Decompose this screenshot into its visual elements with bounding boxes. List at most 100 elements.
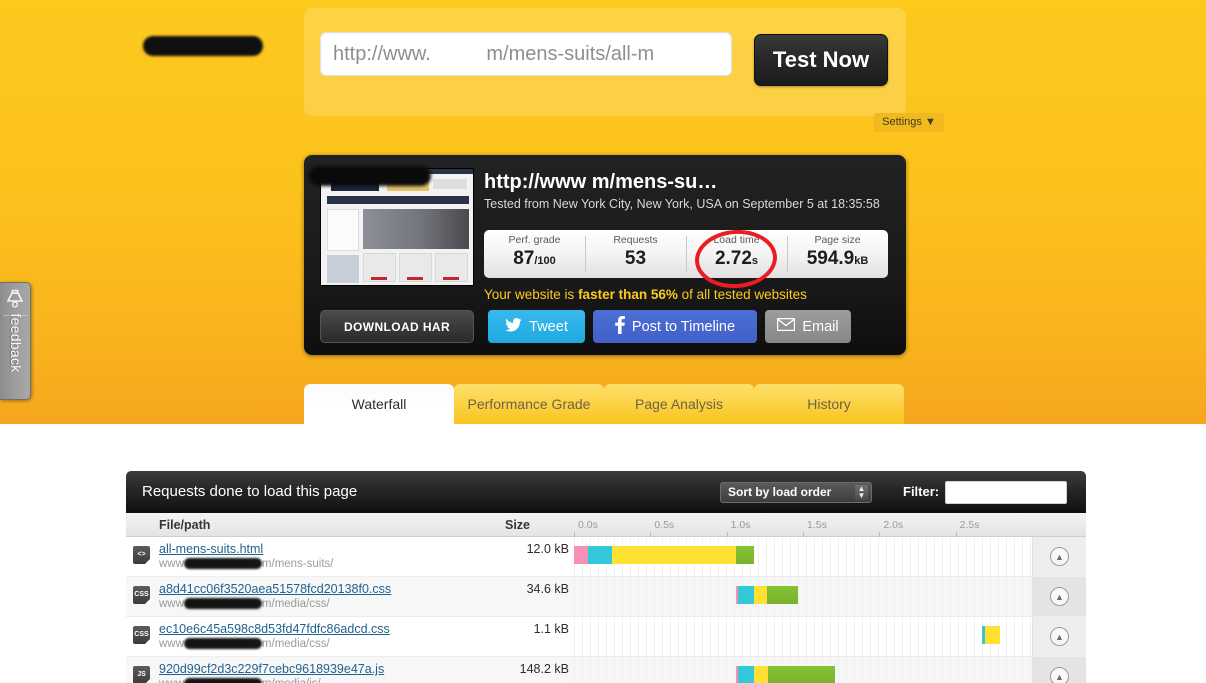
settings-toggle[interactable]: Settings ▼ <box>874 113 944 132</box>
twitter-bird-icon <box>505 317 522 336</box>
bar-segment-wait <box>984 626 1000 644</box>
stat-value: 53 <box>624 248 647 269</box>
bar-segment-connect <box>587 546 613 564</box>
file-size: 34.6 kB <box>526 582 569 596</box>
table-row[interactable]: <> all-mens-suits.html www m/mens-suits/12.… <box>126 537 1086 577</box>
row-expand-cell: ▲ <box>1032 617 1086 656</box>
facebook-post-button[interactable]: Post to Timeline <box>593 310 757 343</box>
path-redaction-bar <box>184 598 262 609</box>
path-redaction-bar <box>184 638 262 649</box>
email-label: Email <box>802 318 839 335</box>
result-tabs: Waterfall Performance Grade Page Analysi… <box>304 384 904 424</box>
stat-perf-grade: Perf. grade 87/100 <box>484 230 585 278</box>
file-name-link[interactable]: ec10e6c45a598c8d53fd47fdfc86adcd.css <box>159 622 390 636</box>
chevron-updown-icon: ▲ ▼ <box>855 485 868 500</box>
facebook-label: Post to Timeline <box>631 318 736 335</box>
faster-prefix: Your website is <box>484 287 579 302</box>
feedback-label: feedback <box>8 313 24 373</box>
table-row[interactable]: JS920d99cf2d3c229f7cebc9618939e47a.jswww… <box>126 657 1086 683</box>
chevron-up-icon[interactable]: ▲ <box>1050 547 1069 566</box>
chevron-up-icon[interactable]: ▲ <box>1050 627 1069 646</box>
axis-tick-label: 1.5s <box>807 519 827 531</box>
stat-value: 2.72s <box>714 248 759 269</box>
waterfall-graph-cell <box>574 537 1032 576</box>
result-title-redaction-bar <box>309 166 431 186</box>
email-button[interactable]: Email <box>765 310 851 343</box>
tab-page-analysis[interactable]: Page Analysis <box>604 384 754 424</box>
tab-waterfall[interactable]: Waterfall <box>304 384 454 424</box>
stat-load-time: Load time 2.72s <box>686 230 787 278</box>
waterfall-header: Requests done to load this page Sort by … <box>126 471 1086 513</box>
filter-label: Filter: <box>903 484 940 499</box>
css-file-icon: CSS <box>133 586 150 604</box>
result-tested-from: Tested from New York City, New York, USA… <box>484 197 880 211</box>
search-panel: Test Now Settings ▼ <box>304 8 944 132</box>
waterfall-graph-cell <box>574 577 1032 616</box>
stat-value: 87/100 <box>513 248 556 269</box>
test-now-button[interactable]: Test Now <box>754 34 888 86</box>
filter-input[interactable] <box>945 481 1067 504</box>
stats-bar: Perf. grade 87/100 Requests 53 Load time… <box>484 230 888 278</box>
bar-segment-connect <box>738 586 755 604</box>
chevron-up-icon[interactable]: ▲ <box>1050 667 1069 683</box>
tweet-button[interactable]: Tweet <box>488 310 585 343</box>
axis-tick-label: 2.0s <box>883 519 904 531</box>
waterfall-bar <box>981 626 1000 644</box>
waterfall-graph-cell <box>574 617 1032 656</box>
file-name-link[interactable]: 920d99cf2d3c229f7cebc9618939e47a.js <box>159 662 384 676</box>
waterfall-bar <box>574 546 755 564</box>
css-file-icon: CSS <box>133 626 150 644</box>
download-har-button[interactable]: DOWNLOAD HAR <box>320 310 474 343</box>
waterfall-bar <box>735 586 799 604</box>
faster-suffix: of all tested websites <box>677 287 807 302</box>
sort-select-value: Sort by load order <box>728 485 832 499</box>
html-file-icon: <> <box>133 546 150 564</box>
column-header-size: Size <box>505 518 531 532</box>
waterfall-section: Requests done to load this page Sort by … <box>126 471 1086 683</box>
feedback-tab[interactable]: feedback <box>0 282 31 400</box>
waterfall-bar <box>735 666 836 683</box>
url-redaction-bar <box>143 36 263 56</box>
file-name-link[interactable]: a8d41cc06f3520aea51578fcd20138f0.css <box>159 582 391 596</box>
stat-page-size: Page size 594.9kB <box>787 230 888 278</box>
table-row[interactable]: CSS a8d41cc06f3520aea51578fcd20138f0.css w… <box>126 577 1086 617</box>
file-size: 1.1 kB <box>533 622 569 636</box>
facebook-f-icon <box>615 315 625 338</box>
table-row[interactable]: CSS ec10e6c45a598c8d53fd47fdfc86adcd.css w… <box>126 617 1086 657</box>
waterfall-rows: <> all-mens-suits.html www m/mens-suits/12.… <box>126 537 1086 683</box>
stat-label: Perf. grade <box>508 234 561 246</box>
bar-segment-receive <box>767 666 836 683</box>
waterfall-graph-cell <box>574 657 1032 683</box>
stat-label: Requests <box>613 234 658 246</box>
envelope-icon <box>777 317 796 335</box>
file-size: 148.2 kB <box>519 662 569 676</box>
stat-label: Page size <box>814 234 861 246</box>
row-expand-cell: ▲ <box>1032 577 1086 616</box>
waterfall-heading: Requests done to load this page <box>142 483 358 500</box>
faster-bold: faster than 56% <box>578 287 678 302</box>
sort-select[interactable]: Sort by load order ▲ ▼ <box>720 482 872 503</box>
js-file-icon: JS <box>133 666 150 683</box>
bar-segment-connect <box>738 666 755 683</box>
stat-requests: Requests 53 <box>585 230 686 278</box>
faster-than-text: Your website is faster than 56% of all t… <box>484 287 807 302</box>
file-size: 12.0 kB <box>526 542 569 556</box>
tweet-label: Tweet <box>529 318 568 335</box>
tab-performance-grade[interactable]: Performance Grade <box>454 384 604 424</box>
result-url-title: http://www m/mens-su… <box>484 171 718 193</box>
bar-segment-wait <box>612 546 736 564</box>
url-input[interactable] <box>320 32 732 76</box>
waterfall-column-headers: File/path Size 0.0s 0.5s 1.0s 1.5s 2.0s 2.5s <box>126 513 1086 537</box>
bar-segment-wait <box>754 666 768 683</box>
stat-label: Load time <box>713 234 760 246</box>
path-redaction-bar <box>184 678 262 683</box>
row-expand-cell: ▲ <box>1032 537 1086 576</box>
page-root: feedback Test Now Settings ▼ <box>0 0 1206 683</box>
axis-tick-label: 2.5s <box>959 519 980 531</box>
chevron-up-icon[interactable]: ▲ <box>1050 587 1069 606</box>
axis-tick-label: 1.0s <box>730 519 751 531</box>
bar-segment-dns <box>574 546 588 564</box>
tab-history[interactable]: History <box>754 384 904 424</box>
axis-tick-label: 0.0s <box>578 519 598 531</box>
file-name-link[interactable]: all-mens-suits.html <box>159 542 263 556</box>
